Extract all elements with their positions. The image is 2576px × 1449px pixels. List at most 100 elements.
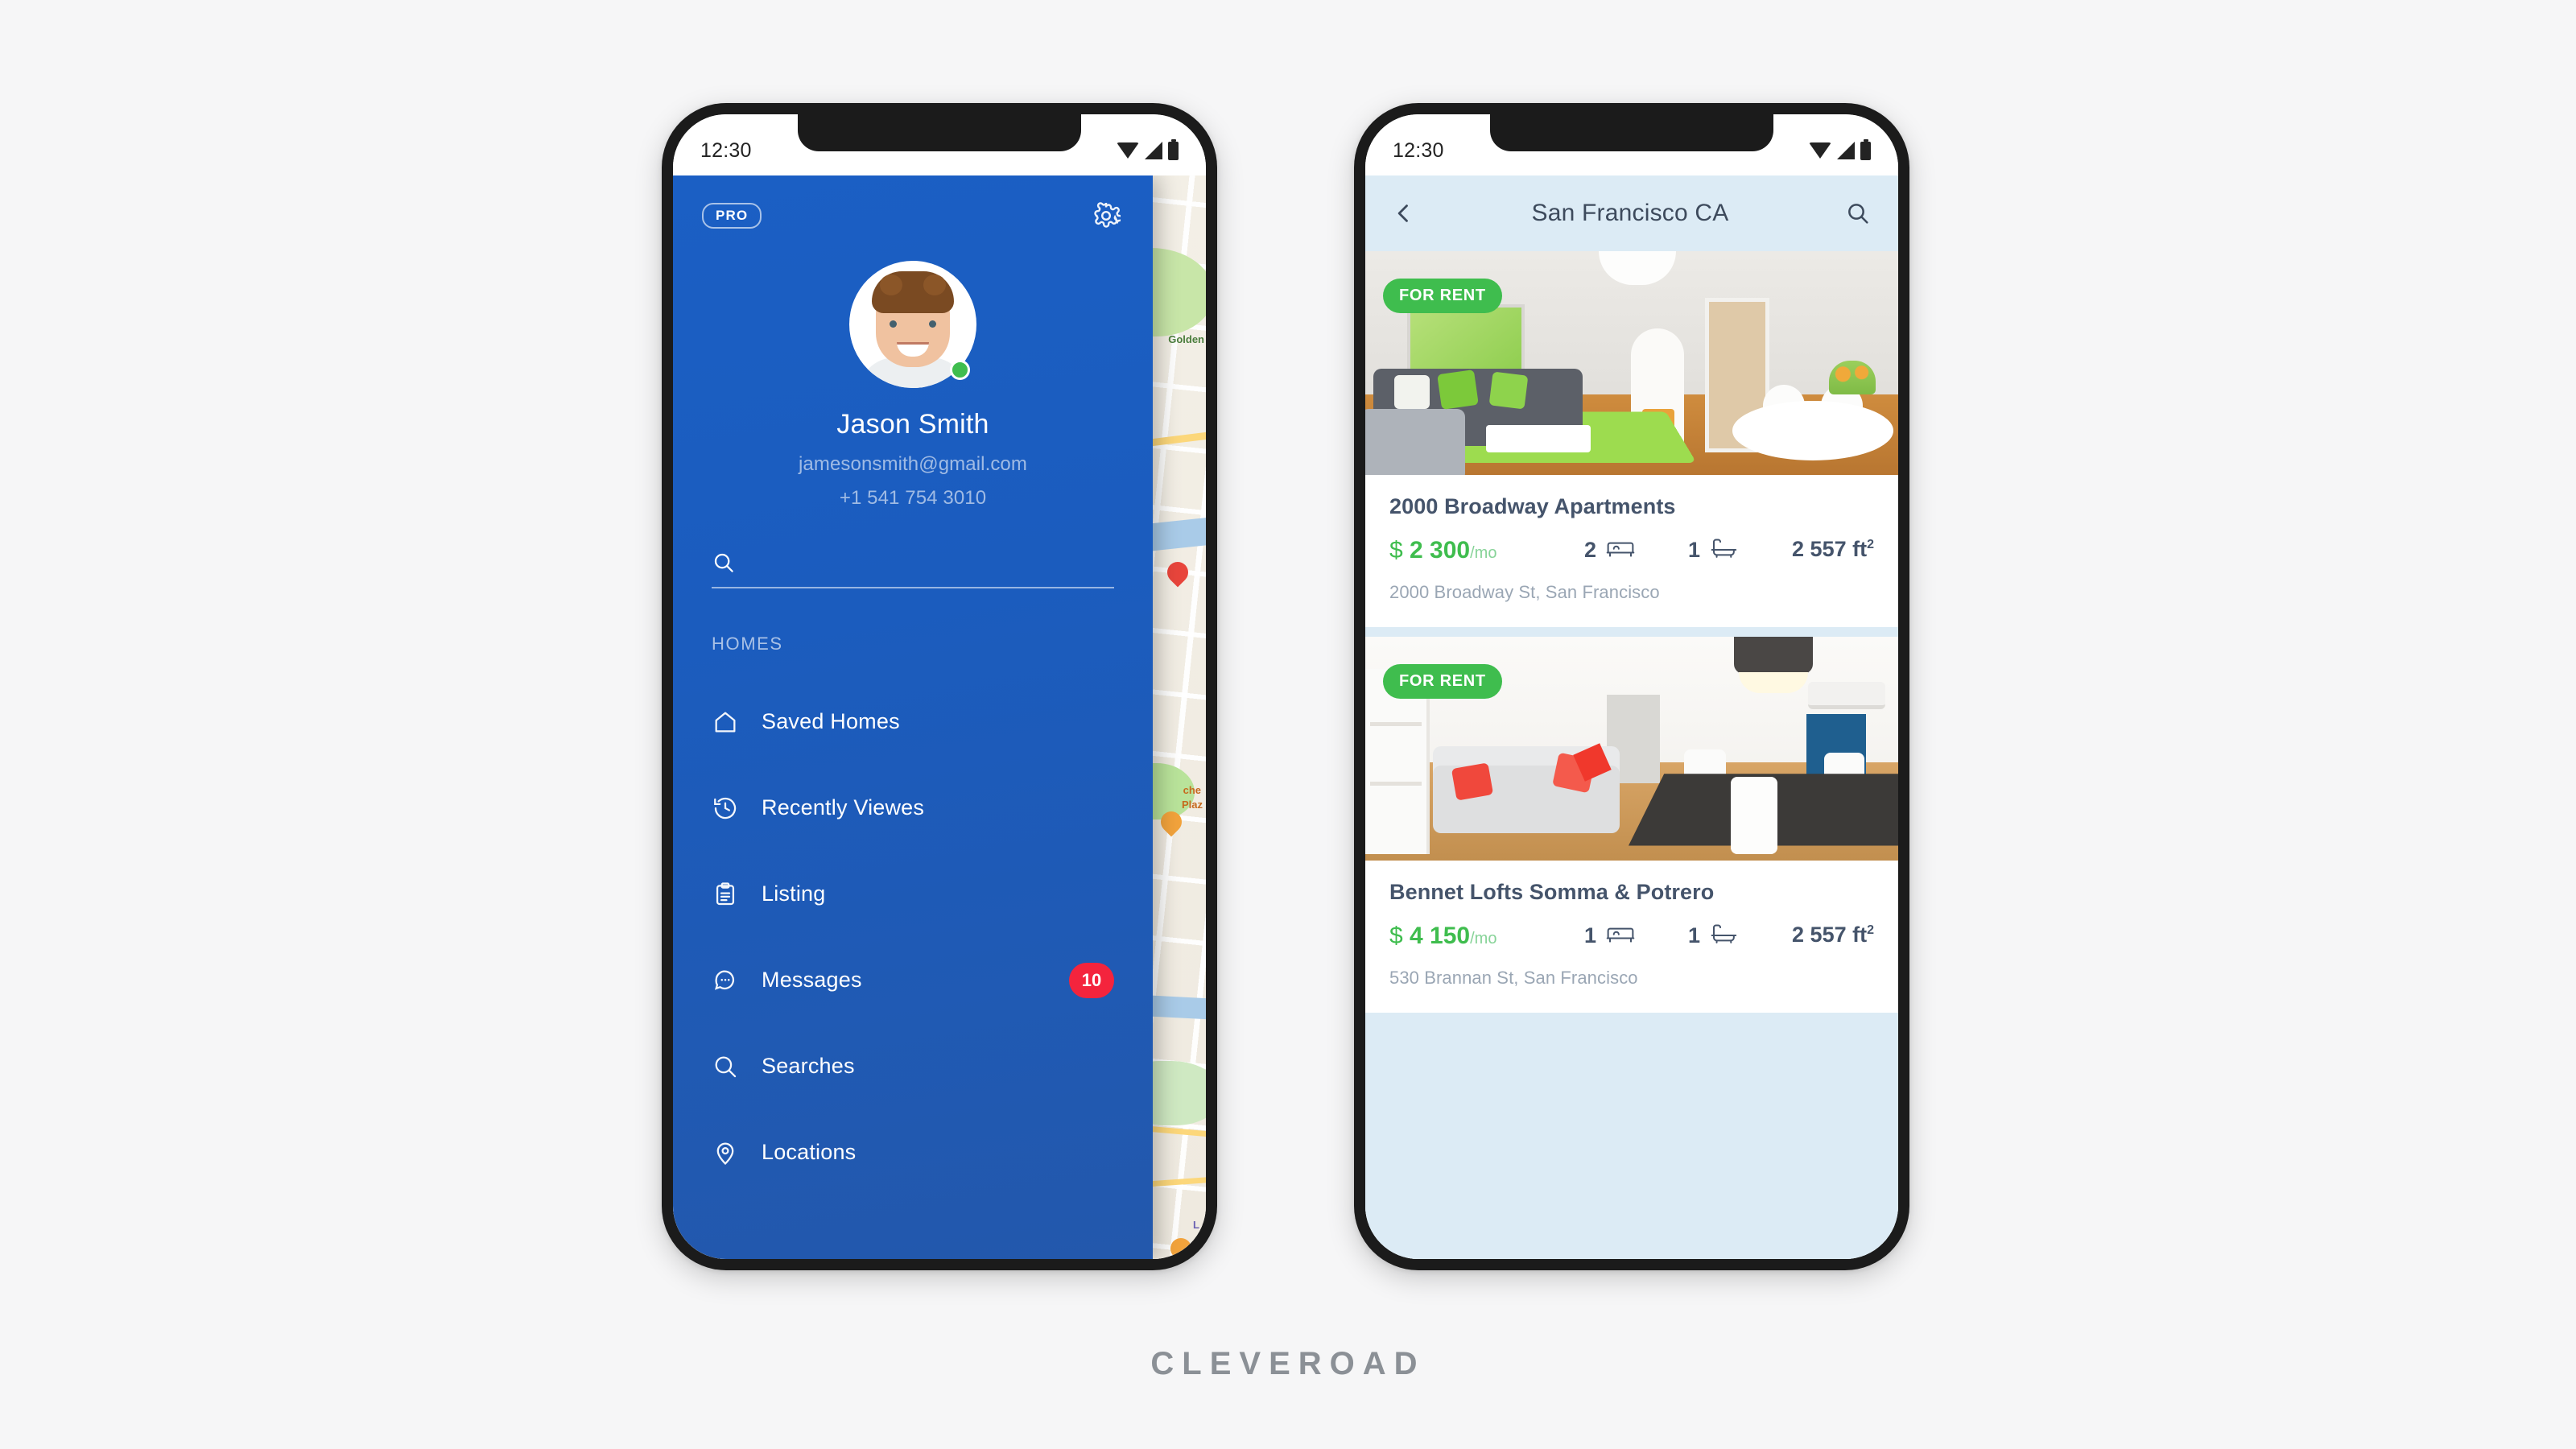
map-label: Plaz <box>1181 799 1203 811</box>
mockup-stage: Golden che Plaz L PRO Jason Smith jameso… <box>0 0 2576 1449</box>
listing-info: Bennet Lofts Somma & Potrero $ 4 150/mo … <box>1365 861 1898 1013</box>
listing-price: $ 4 150/mo <box>1389 923 1584 950</box>
status-time: 12:30 <box>700 138 752 162</box>
signal-icon <box>1145 142 1162 159</box>
clipboard-icon <box>712 881 739 908</box>
currency-symbol: $ <box>1389 923 1403 949</box>
gear-icon[interactable] <box>1092 201 1123 230</box>
listing-photo: FOR RENT <box>1365 637 1898 861</box>
wifi-icon <box>1809 142 1831 159</box>
profile-name: Jason Smith <box>836 409 989 440</box>
search-icon <box>712 551 736 575</box>
left-phone-screen: Golden che Plaz L PRO Jason Smith jameso… <box>673 114 1206 1259</box>
map-label: L <box>1193 1219 1199 1231</box>
listing-price: $ 2 300/mo <box>1389 537 1584 564</box>
menu-label: Locations <box>762 1140 857 1164</box>
avatar-eye <box>890 320 897 328</box>
history-icon <box>712 795 739 822</box>
bed-icon <box>1606 923 1635 949</box>
search-icon[interactable] <box>1845 200 1871 226</box>
listing-photo: FOR RENT <box>1365 251 1898 475</box>
listing-card[interactable]: FOR RENT 2000 Broadway Apartments $ 2 30… <box>1365 251 1898 627</box>
drawer-top-bar: PRO <box>673 175 1153 230</box>
map-label: Golden <box>1168 333 1204 345</box>
menu-label: Recently Viewes <box>762 795 925 819</box>
profile-email: jamesonsmith@gmail.com <box>799 453 1027 475</box>
listing-beds: 2 <box>1584 537 1635 564</box>
section-label-homes: HOMES <box>712 634 783 654</box>
battery-icon <box>1860 138 1871 160</box>
price-value: 4 150 <box>1410 923 1471 949</box>
home-icon <box>712 708 739 736</box>
listing-title: 2000 Broadway Apartments <box>1389 494 1676 518</box>
results-header: San Francisco CA <box>1365 175 1898 251</box>
listing-area: 2 557 ft2 <box>1792 923 1874 947</box>
device-notch <box>1490 114 1773 151</box>
online-status-indicator <box>950 360 970 380</box>
page-title: San Francisco CA <box>1531 200 1729 226</box>
search-input[interactable] <box>750 551 1114 574</box>
area-value: 2 557 ft <box>1792 537 1868 561</box>
search-icon <box>712 1053 739 1080</box>
listing-beds: 1 <box>1584 923 1635 949</box>
status-time: 12:30 <box>1393 138 1444 162</box>
menu-item-listing[interactable]: Listing <box>673 851 1153 937</box>
baths-count: 1 <box>1688 538 1701 562</box>
menu-item-locations[interactable]: Locations <box>673 1109 1153 1195</box>
listing-specs: $ 2 300/mo 2 1 2 557 ft2 <box>1389 537 1874 564</box>
device-notch <box>798 114 1081 151</box>
left-phone-frame: Golden che Plaz L PRO Jason Smith jameso… <box>662 103 1217 1270</box>
menu-label: Searches <box>762 1054 855 1078</box>
search-results-screen: San Francisco CA FOR RENT 2000 Broadway … <box>1365 175 1898 1259</box>
price-period: /mo <box>1470 930 1497 947</box>
bath-icon <box>1710 923 1739 949</box>
menu-item-saved-homes[interactable]: Saved Homes <box>673 679 1153 765</box>
pin-icon <box>712 1139 739 1166</box>
wifi-icon <box>1117 142 1139 159</box>
beds-count: 1 <box>1583 923 1596 947</box>
navigation-drawer: PRO Jason Smith jamesonsmith@gmail.com +… <box>673 175 1153 1259</box>
map-pin-icon[interactable] <box>1166 1233 1196 1259</box>
menu-item-messages[interactable]: Messages 10 <box>673 937 1153 1023</box>
drawer-menu: Saved Homes Recently Viewes Listing Mess… <box>673 679 1153 1195</box>
bed-icon <box>1606 537 1635 564</box>
menu-label: Listing <box>762 881 826 906</box>
listing-address: 530 Brannan St, San Francisco <box>1389 968 1638 988</box>
listing-specs: $ 4 150/mo 1 1 2 557 ft2 <box>1389 923 1874 950</box>
menu-label: Saved Homes <box>762 709 900 733</box>
bath-icon <box>1710 537 1739 564</box>
listing-title: Bennet Lofts Somma & Potrero <box>1389 880 1715 904</box>
map-label: che <box>1183 784 1201 796</box>
chat-icon <box>712 967 739 994</box>
menu-item-recently-viewes[interactable]: Recently Viewes <box>673 765 1153 851</box>
cleveroad-logo: CLEVEROAD <box>1150 1346 1426 1381</box>
status-badge: FOR RENT <box>1383 664 1502 699</box>
baths-count: 1 <box>1688 923 1701 947</box>
pro-badge[interactable]: PRO <box>702 203 762 229</box>
avatar-wrapper[interactable] <box>849 261 976 388</box>
battery-icon <box>1168 138 1179 160</box>
drawer-search-field[interactable] <box>712 551 1114 588</box>
profile-phone: +1 541 754 3010 <box>839 487 987 509</box>
listing-info: 2000 Broadway Apartments $ 2 300/mo 2 1 … <box>1365 475 1898 627</box>
signal-icon <box>1837 142 1855 159</box>
listings-list[interactable]: FOR RENT 2000 Broadway Apartments $ 2 30… <box>1365 251 1898 1259</box>
listing-baths: 1 <box>1688 537 1739 564</box>
avatar-hair <box>872 271 954 313</box>
currency-symbol: $ <box>1389 537 1403 564</box>
area-value: 2 557 ft <box>1792 923 1868 947</box>
right-phone-frame: San Francisco CA FOR RENT 2000 Broadway … <box>1354 103 1909 1270</box>
price-value: 2 300 <box>1410 537 1471 564</box>
menu-item-searches[interactable]: Searches <box>673 1023 1153 1109</box>
listing-area: 2 557 ft2 <box>1792 537 1874 562</box>
avatar-eye <box>929 320 936 328</box>
beds-count: 2 <box>1583 538 1596 562</box>
listing-address: 2000 Broadway St, San Francisco <box>1389 582 1660 602</box>
map-pin-icon[interactable] <box>1162 557 1193 588</box>
chevron-left-icon[interactable] <box>1393 202 1415 225</box>
area-exponent: 2 <box>1867 538 1874 551</box>
listing-card[interactable]: FOR RENT Bennet Lofts Somma & Potrero $ … <box>1365 637 1898 1013</box>
messages-badge: 10 <box>1069 962 1114 998</box>
menu-label: Messages <box>762 968 862 992</box>
status-icon-group <box>1117 138 1179 160</box>
